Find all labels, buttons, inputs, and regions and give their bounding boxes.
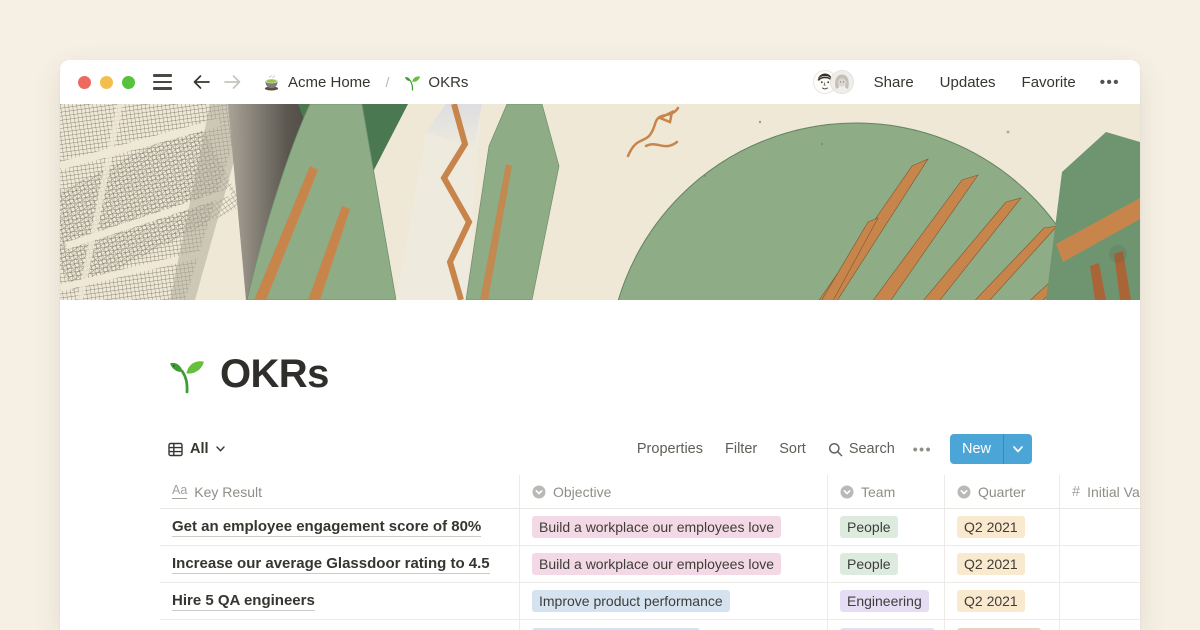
objective-tag[interactable]: Improve product performance <box>532 590 730 612</box>
database-toolbar: All Properties Filter Sort Search ••• Ne… <box>160 433 1140 465</box>
table-row: Increase our average Glassdoor rating to… <box>160 546 1140 583</box>
number-property-icon: # <box>1072 484 1080 500</box>
key-result-cell[interactable]: Increase our average Glassdoor rating to… <box>160 546 520 582</box>
back-arrow-icon[interactable] <box>192 74 211 90</box>
new-button-chevron-icon[interactable] <box>1004 446 1032 453</box>
favorite-button[interactable]: Favorite <box>1022 74 1076 91</box>
breadcrumb: Acme Home / OKRs <box>262 73 468 92</box>
window-topbar: Acme Home / OKRs <box>60 60 1140 104</box>
seedling-icon <box>404 74 421 91</box>
search-button[interactable]: Search <box>828 441 895 457</box>
column-header-key-result[interactable]: Aa Key Result <box>160 475 520 508</box>
quarter-tag[interactable]: Q2 2021 <box>957 553 1025 575</box>
search-label: Search <box>849 441 895 457</box>
key-result-title[interactable]: Get an employee engagement score of 80% <box>172 518 481 537</box>
team-cell[interactable] <box>828 620 945 630</box>
page-content: OKRs All Properties Filter Sort <box>60 352 1140 630</box>
objective-cell[interactable] <box>520 620 828 630</box>
table-view-icon <box>168 442 183 457</box>
quarter-cell[interactable]: Q2 2021 <box>945 546 1060 582</box>
app-window: Acme Home / OKRs <box>60 60 1140 630</box>
team-cell[interactable]: People <box>828 509 945 545</box>
avatar[interactable] <box>830 70 854 94</box>
table-header-row: Aa Key Result Objective Team Quarter # <box>160 475 1140 509</box>
breadcrumb-page-label[interactable]: OKRs <box>428 74 468 91</box>
breadcrumb-separator: / <box>386 74 390 90</box>
cover-botanical-illustration <box>60 104 1140 300</box>
more-options-icon[interactable]: ••• <box>1100 74 1120 91</box>
team-tag[interactable]: People <box>840 516 898 538</box>
initial-value-cell[interactable] <box>1060 546 1140 582</box>
share-button[interactable]: Share <box>874 74 914 91</box>
column-header-initial-value[interactable]: # Initial Value <box>1060 475 1140 508</box>
seedling-icon[interactable] <box>168 356 206 394</box>
quarter-cell[interactable]: Q2 2021 <box>945 509 1060 545</box>
column-label: Team <box>861 484 895 500</box>
forward-arrow-icon[interactable] <box>223 74 242 90</box>
page-cover <box>60 104 1140 300</box>
quarter-cell[interactable]: Q2 2021 <box>945 583 1060 619</box>
column-label: Key Result <box>194 484 262 500</box>
updates-button[interactable]: Updates <box>940 74 996 91</box>
search-icon <box>828 442 843 457</box>
objective-cell[interactable]: Improve product performance <box>520 583 828 619</box>
properties-button[interactable]: Properties <box>637 441 703 457</box>
objective-cell[interactable]: Build a workplace our employees love <box>520 509 828 545</box>
close-window-button[interactable] <box>78 76 91 89</box>
view-tab-label: All <box>190 441 209 457</box>
sidebar-menu-icon[interactable] <box>153 74 172 89</box>
column-label: Initial Value <box>1087 484 1140 500</box>
column-header-objective[interactable]: Objective <box>520 475 828 508</box>
zoom-window-button[interactable] <box>122 76 135 89</box>
quarter-tag[interactable]: Q2 2021 <box>957 516 1025 538</box>
objective-tag[interactable]: Build a workplace our employees love <box>532 516 781 538</box>
minimize-window-button[interactable] <box>100 76 113 89</box>
select-property-icon <box>532 485 546 499</box>
key-result-cell[interactable] <box>160 620 520 630</box>
quarter-tag[interactable]: Q2 2021 <box>957 590 1025 612</box>
key-result-title[interactable]: Hire 5 QA engineers <box>172 592 315 611</box>
view-options-icon[interactable]: ••• <box>913 441 932 457</box>
column-label: Objective <box>553 484 611 500</box>
initial-value-cell[interactable] <box>1060 583 1140 619</box>
team-cell[interactable]: Engineering <box>828 583 945 619</box>
team-tag[interactable]: Engineering <box>840 590 929 612</box>
window-controls <box>78 76 135 89</box>
table-row: Get an employee engagement score of 80% … <box>160 509 1140 546</box>
table-row: Hire 5 QA engineers Improve product perf… <box>160 583 1140 620</box>
page-title[interactable]: OKRs <box>220 352 329 397</box>
team-tag[interactable]: People <box>840 553 898 575</box>
filter-button[interactable]: Filter <box>725 441 757 457</box>
column-header-team[interactable]: Team <box>828 475 945 508</box>
view-tab-all[interactable]: All <box>168 441 225 457</box>
chevron-down-icon <box>216 446 225 452</box>
team-cell[interactable]: People <box>828 546 945 582</box>
page-header: OKRs <box>168 352 1140 397</box>
quarter-cell[interactable] <box>945 620 1060 630</box>
column-label: Quarter <box>978 484 1025 500</box>
teacup-icon <box>262 73 281 92</box>
objective-cell[interactable]: Build a workplace our employees love <box>520 546 828 582</box>
breadcrumb-home-label[interactable]: Acme Home <box>288 74 371 91</box>
collaborator-avatars <box>813 70 854 94</box>
new-row-button[interactable]: New <box>950 434 1032 464</box>
select-property-icon <box>957 485 971 499</box>
initial-value-cell[interactable] <box>1060 509 1140 545</box>
key-result-cell[interactable]: Hire 5 QA engineers <box>160 583 520 619</box>
text-property-icon: Aa <box>172 484 187 499</box>
column-header-quarter[interactable]: Quarter <box>945 475 1060 508</box>
objective-tag[interactable]: Build a workplace our employees love <box>532 553 781 575</box>
table-row <box>160 620 1140 630</box>
sort-button[interactable]: Sort <box>779 441 806 457</box>
initial-value-cell[interactable] <box>1060 620 1140 630</box>
key-result-title[interactable]: Increase our average Glassdoor rating to… <box>172 555 490 574</box>
key-result-cell[interactable]: Get an employee engagement score of 80% <box>160 509 520 545</box>
new-button-label: New <box>950 441 1003 457</box>
okr-table: Aa Key Result Objective Team Quarter # <box>160 475 1140 630</box>
select-property-icon <box>840 485 854 499</box>
